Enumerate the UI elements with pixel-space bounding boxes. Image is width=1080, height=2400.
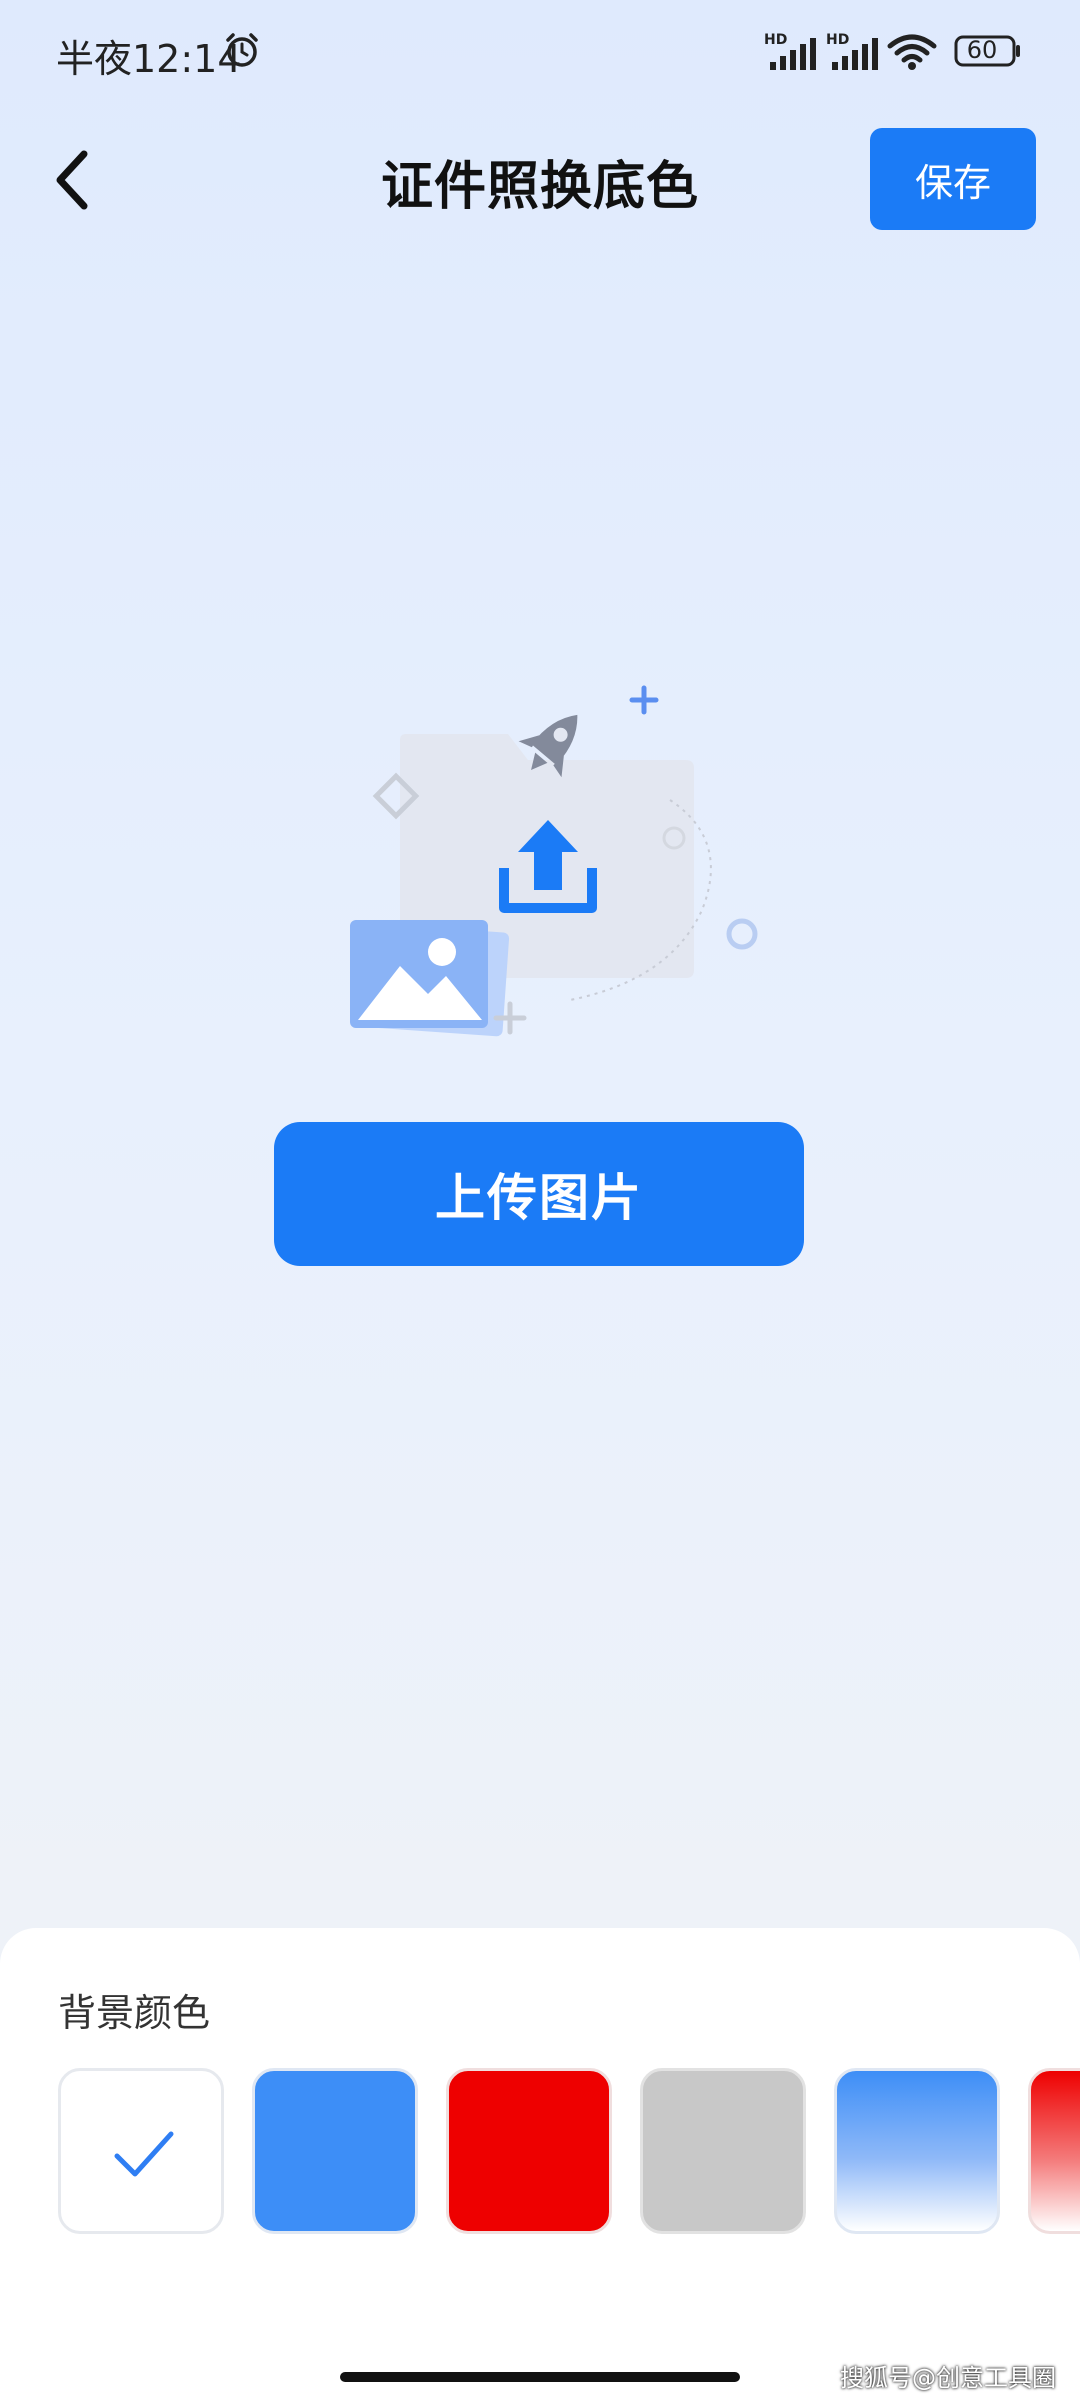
color-swatch-row[interactable] (58, 2068, 1080, 2238)
battery-level: 60 (966, 36, 998, 64)
swatch-red-gradient[interactable] (1028, 2068, 1080, 2234)
swatch-red[interactable] (446, 2068, 612, 2234)
status-bar: 半夜12:14 HD HD 60 (0, 0, 1080, 104)
signal-icon: HD (826, 32, 882, 72)
swatch-blue[interactable] (252, 2068, 418, 2234)
swatch-blue-gradient[interactable] (834, 2068, 1000, 2234)
check-icon (114, 2131, 174, 2177)
watermark-text: 搜狐号@创意工具圈 (840, 2364, 1056, 2392)
upload-image-button[interactable]: 上传图片 (274, 1122, 804, 1266)
background-color-panel: 背景颜色 (0, 1928, 1080, 2400)
alarm-icon (226, 33, 258, 67)
swatch-white[interactable] (58, 2068, 224, 2234)
home-indicator[interactable] (340, 2372, 740, 2382)
status-time: 半夜12:14 (56, 37, 242, 81)
save-button[interactable]: 保存 (870, 128, 1036, 230)
wifi-icon (887, 34, 937, 70)
upload-folder-illustration (350, 685, 758, 1037)
swatch-gray[interactable] (640, 2068, 806, 2234)
signal-icon: HD (764, 32, 820, 72)
panel-title: 背景颜色 (58, 1991, 211, 2035)
